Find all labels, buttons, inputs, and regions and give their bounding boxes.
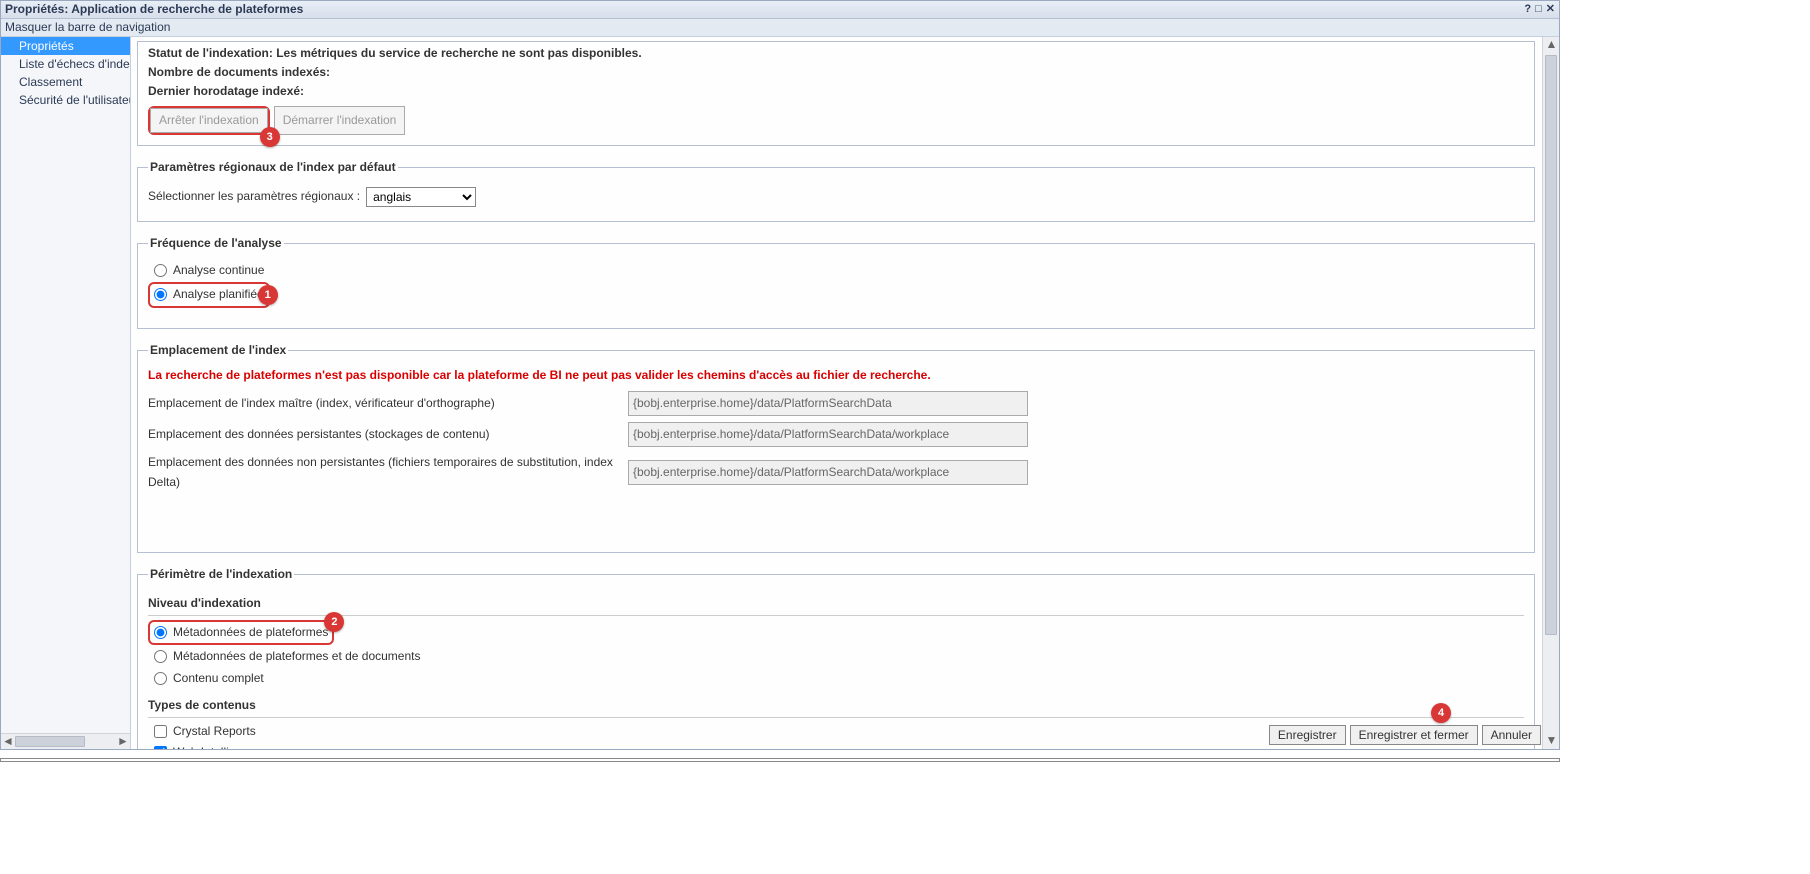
window-title: Propriétés: Application de recherche de … (5, 1, 1524, 18)
continuous-crawl-option[interactable]: Analyse continue (154, 261, 1524, 280)
index-location-panel: Emplacement de l'index La recherche de p… (137, 341, 1535, 553)
path-grid: Emplacement de l'index maître (index, vé… (148, 391, 1524, 492)
continuous-crawl-label: Analyse continue (173, 261, 264, 280)
scheduled-crawl-label: Analyse planifiée (173, 285, 264, 304)
sidebar-horizontal-scrollbar[interactable]: ◄ ► (1, 733, 130, 749)
locale-legend: Paramètres régionaux de l'index par défa… (148, 158, 398, 177)
platform-docs-metadata-option[interactable]: Métadonnées de plateformes et de documen… (154, 647, 1524, 666)
sidebar-item-user-security[interactable]: Sécurité de l'utilisateur (1, 91, 130, 109)
outer-bottom-border (0, 758, 1560, 762)
full-content-radio[interactable] (154, 672, 167, 685)
scheduled-crawl-highlight: Analyse planifiée 1 (148, 282, 270, 307)
status-value: Les métriques du service de recherche ne… (276, 46, 641, 60)
indexing-button-row: Arrêter l'indexation 3 Démarrer l'indexa… (148, 106, 1524, 135)
platform-metadata-radio[interactable] (154, 626, 167, 639)
scroll-thumb[interactable] (15, 736, 85, 747)
indexing-level-legend: Niveau d'indexation (148, 594, 1524, 616)
callout-badge-3: 3 (260, 127, 280, 147)
master-index-label: Emplacement de l'index maître (index, vé… (148, 394, 618, 413)
indexing-scope-panel: Périmètre de l'indexation Niveau d'index… (137, 565, 1535, 749)
platform-docs-metadata-label: Métadonnées de plateformes et de documen… (173, 647, 421, 666)
full-content-option[interactable]: Contenu complet (154, 669, 1524, 688)
frequency-legend: Fréquence de l'analyse (148, 234, 284, 253)
status-row: Statut de l'indexation: Les métriques du… (148, 44, 1524, 63)
nonpersistent-data-input[interactable] (628, 460, 1028, 485)
navigation-bar: Masquer la barre de navigation (1, 19, 1559, 37)
continuous-crawl-radio[interactable] (154, 264, 167, 277)
footer-button-bar: Enregistrer Enregistrer et fermer Annule… (1269, 725, 1541, 745)
persistent-data-label: Emplacement des données persistantes (st… (148, 425, 618, 444)
stop-indexing-button[interactable]: Arrêter l'indexation (150, 108, 268, 133)
sidebar-items: Propriétés Liste d'échecs d'indexation C… (1, 37, 130, 733)
scroll-vthumb[interactable] (1545, 55, 1557, 635)
scroll-right-icon[interactable]: ► (116, 734, 130, 749)
scroll-up-icon[interactable]: ▲ (1543, 37, 1559, 53)
close-icon[interactable]: ✕ (1546, 1, 1555, 18)
scope-legend: Périmètre de l'indexation (148, 565, 294, 584)
platform-metadata-label: Métadonnées de plateformes (173, 623, 328, 642)
sidebar-item-ranking[interactable]: Classement (1, 73, 130, 91)
locale-select[interactable]: anglais (366, 187, 476, 207)
sidebar-item-properties[interactable]: Propriétés (1, 37, 130, 55)
save-button[interactable]: Enregistrer (1269, 725, 1346, 745)
save-close-button[interactable]: Enregistrer et fermer (1350, 725, 1478, 745)
type-crystal-label: Crystal Reports (173, 722, 256, 741)
platform-metadata-option[interactable]: Métadonnées de plateformes (154, 623, 328, 642)
persistent-data-input[interactable] (628, 422, 1028, 447)
doc-count-label: Nombre de documents indexés: (148, 63, 1524, 82)
content-area: ▲ ▼ Statut de l'indexation: Les métrique… (131, 37, 1559, 749)
type-webi-label: Web Intelligence (173, 743, 262, 749)
window-controls: ? □ ✕ (1524, 1, 1555, 18)
index-location-legend: Emplacement de l'index (148, 341, 288, 360)
content-types-legend: Types de contenus (148, 696, 1524, 718)
type-webi-checkbox[interactable] (154, 746, 167, 749)
start-indexing-button[interactable]: Démarrer l'indexation (274, 106, 406, 135)
timestamp-label: Dernier horodatage indexé: (148, 82, 1524, 101)
stop-indexing-highlight: Arrêter l'indexation 3 (148, 106, 270, 135)
window-titlebar: Propriétés: Application de recherche de … (1, 1, 1559, 19)
callout-badge-4: 4 (1431, 703, 1451, 723)
crawl-frequency-panel: Fréquence de l'analyse Analyse continue … (137, 234, 1535, 329)
maximize-icon[interactable]: □ (1535, 1, 1542, 18)
sidebar-item-index-failure-list[interactable]: Liste d'échecs d'indexation (1, 55, 130, 73)
cancel-button[interactable]: Annuler (1482, 725, 1541, 745)
body-split: Propriétés Liste d'échecs d'indexation C… (1, 37, 1559, 749)
type-crystal-checkbox[interactable] (154, 725, 167, 738)
scroll-left-icon[interactable]: ◄ (1, 734, 15, 749)
help-icon[interactable]: ? (1524, 1, 1531, 18)
scroll-down-icon[interactable]: ▼ (1543, 733, 1559, 749)
index-location-error: La recherche de plateformes n'est pas di… (148, 366, 1524, 385)
master-index-input[interactable] (628, 391, 1028, 416)
nonpersistent-data-label: Emplacement des données non persistantes… (148, 453, 618, 491)
indexing-status-panel: Statut de l'indexation: Les métriques du… (137, 41, 1535, 146)
callout-badge-2: 2 (324, 612, 344, 632)
content-vertical-scrollbar[interactable]: ▲ ▼ (1542, 37, 1559, 749)
platform-docs-metadata-radio[interactable] (154, 650, 167, 663)
locale-select-label: Sélectionner les paramètres régionaux : (148, 187, 360, 206)
locale-row: Sélectionner les paramètres régionaux : … (148, 187, 1524, 207)
scheduled-crawl-radio[interactable] (154, 288, 167, 301)
full-content-label: Contenu complet (173, 669, 264, 688)
sidebar: Propriétés Liste d'échecs d'indexation C… (1, 37, 131, 749)
platform-metadata-highlight: Métadonnées de plateformes 2 (148, 620, 334, 645)
hide-navigation-link[interactable]: Masquer la barre de navigation (5, 20, 170, 34)
callout-badge-1: 1 (258, 285, 278, 305)
scheduled-crawl-option[interactable]: Analyse planifiée (154, 285, 264, 304)
status-label: Statut de l'indexation: (148, 46, 273, 60)
properties-window: Propriétés: Application de recherche de … (0, 0, 1560, 750)
default-index-locale-panel: Paramètres régionaux de l'index par défa… (137, 158, 1535, 222)
